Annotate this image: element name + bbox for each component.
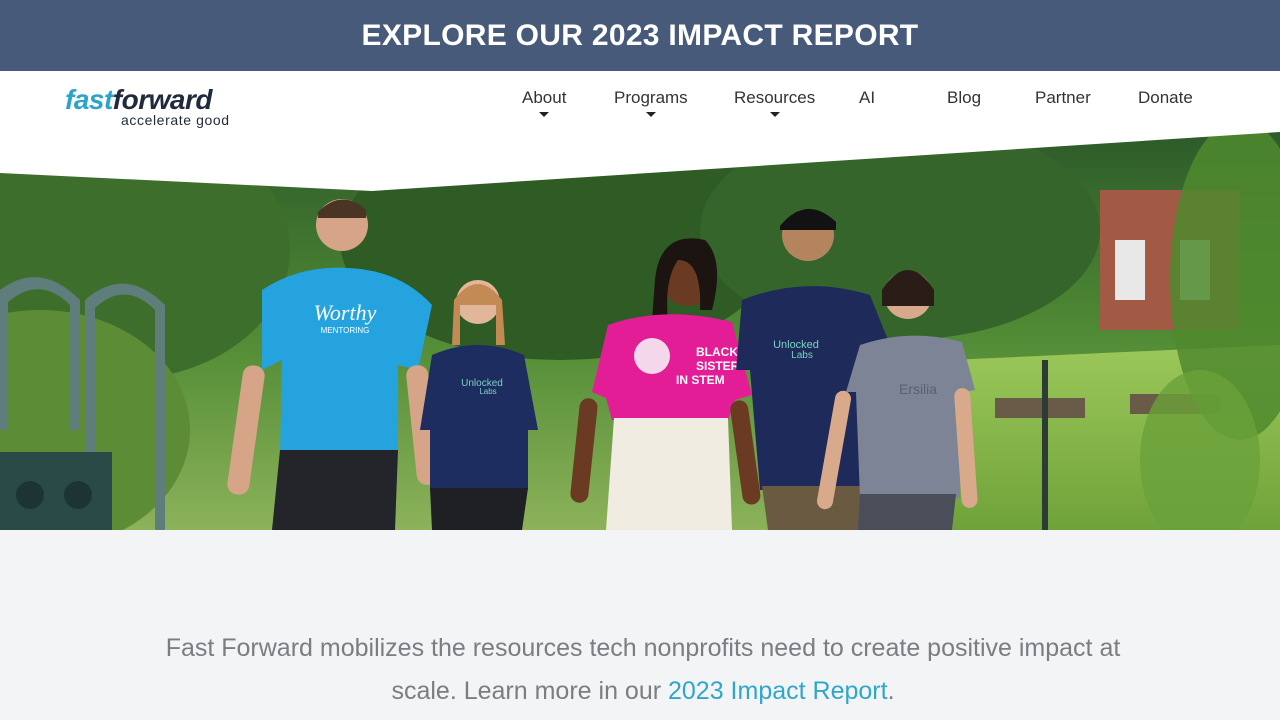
- hero-image: Worthy MENTORING Unlocked Labs BLACK SIS…: [0, 130, 1280, 530]
- nav-item-programs[interactable]: Programs: [614, 87, 688, 117]
- nav-item-about[interactable]: About: [522, 87, 566, 117]
- svg-text:BLACK: BLACK: [696, 345, 738, 359]
- svg-text:Labs: Labs: [479, 387, 496, 396]
- main-nav: About Programs Resources AI Blog Partner…: [0, 87, 1280, 127]
- nav-item-ai[interactable]: AI: [859, 87, 875, 109]
- svg-text:IN STEM: IN STEM: [676, 373, 725, 387]
- svg-text:Worthy: Worthy: [314, 300, 377, 325]
- nav-item-blog[interactable]: Blog: [947, 87, 981, 109]
- intro-statement: Fast Forward mobilizes the resources tec…: [165, 634, 1121, 705]
- svg-text:Ersilia: Ersilia: [899, 381, 937, 397]
- svg-text:MENTORING: MENTORING: [321, 326, 370, 335]
- impact-report-link[interactable]: 2023 Impact Report: [668, 677, 888, 705]
- nav-item-resources[interactable]: Resources: [734, 87, 815, 117]
- nav-item-partner[interactable]: Partner: [1035, 87, 1091, 109]
- impact-report-banner[interactable]: EXPLORE OUR 2023 IMPACT REPORT: [0, 0, 1280, 71]
- chevron-down-icon: [769, 112, 780, 117]
- chevron-down-icon: [645, 112, 656, 117]
- chevron-down-icon: [539, 112, 550, 117]
- hero-top-divider: [0, 130, 1280, 191]
- svg-text:Labs: Labs: [791, 350, 813, 361]
- banner-text: EXPLORE OUR 2023 IMPACT REPORT: [361, 18, 919, 52]
- nav-item-donate[interactable]: Donate: [1138, 87, 1193, 109]
